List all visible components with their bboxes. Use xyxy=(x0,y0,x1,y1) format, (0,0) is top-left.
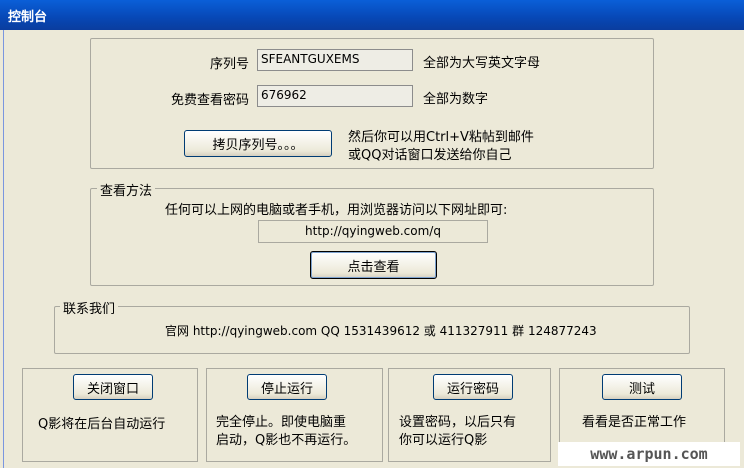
password-field[interactable]: 676962 xyxy=(257,85,413,107)
contact-group: 联系我们 官网 http://qyingweb.com QQ 153143961… xyxy=(54,298,690,354)
serial-label: 序列号 xyxy=(209,57,249,72)
serial-group: 序列号 SFEANTGUXEMS 全部为大写英文字母 免费查看密码 676962… xyxy=(90,38,654,169)
view-button[interactable]: 点击查看 xyxy=(310,251,437,279)
close-window-panel: 关闭窗口 Q影将在后台自动运行 xyxy=(22,368,198,462)
contact-legend: 联系我们 xyxy=(60,298,119,317)
url-field[interactable]: http://qyingweb.com/q xyxy=(258,220,488,243)
copy-hint-line2: 或QQ对话窗口发送给你自己 xyxy=(348,148,512,163)
password-hint: 全部为数字 xyxy=(423,92,489,107)
view-method-description: 任何可以上网的电脑或者手机，用浏览器访问以下网址即可: xyxy=(165,203,508,218)
serial-hint: 全部为大写英文字母 xyxy=(423,56,541,71)
run-password-desc-line2: 你可以运行Q影 xyxy=(399,433,488,448)
stop-running-button[interactable]: 停止运行 xyxy=(247,374,327,400)
client-area: 序列号 SFEANTGUXEMS 全部为大写英文字母 免费查看密码 676962… xyxy=(3,30,744,468)
test-desc: 看看是否正常工作 xyxy=(582,415,687,430)
close-window-button[interactable]: 关闭窗口 xyxy=(73,374,153,400)
stop-running-panel: 停止运行 完全停止。即使电脑重 启动，Q影也不再运行。 xyxy=(206,368,383,462)
run-password-button[interactable]: 运行密码 xyxy=(433,374,513,400)
close-window-desc: Q影将在后台自动运行 xyxy=(38,417,166,432)
watermark: www.arpun.com xyxy=(558,442,740,466)
copy-hint-line1: 然后你可以用Ctrl+V粘帖到邮件 xyxy=(348,130,534,145)
stop-running-desc-line1: 完全停止。即使电脑重 xyxy=(216,415,347,430)
title-bar[interactable]: 控制台 xyxy=(0,0,744,30)
copy-serial-button[interactable]: 拷贝序列号。。。 xyxy=(184,130,332,157)
run-password-panel: 运行密码 设置密码，以后只有 你可以运行Q影 xyxy=(388,368,551,462)
run-password-desc-line1: 设置密码，以后只有 xyxy=(399,415,517,430)
test-button[interactable]: 测试 xyxy=(602,374,682,400)
view-method-group: 查看方法 任何可以上网的电脑或者手机，用浏览器访问以下网址即可: http://… xyxy=(90,180,654,286)
window-title: 控制台 xyxy=(8,10,48,25)
password-label: 免费查看密码 xyxy=(170,93,249,108)
view-method-legend: 查看方法 xyxy=(97,180,156,199)
serial-field[interactable]: SFEANTGUXEMS xyxy=(257,49,413,71)
stop-running-desc-line2: 启动，Q影也不再运行。 xyxy=(216,433,357,448)
contact-info: 官网 http://qyingweb.com QQ 1531439612 或 4… xyxy=(165,324,597,338)
